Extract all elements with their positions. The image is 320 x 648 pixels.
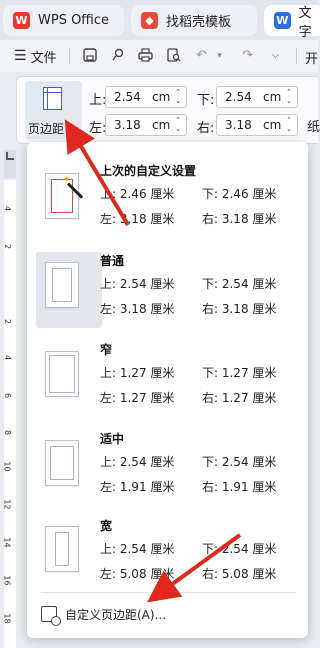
- hamburger-icon: ☰: [14, 48, 27, 64]
- preset-top: 上: 1.27 厘米: [100, 366, 175, 380]
- preset-left: 左: 1.91 厘米: [100, 480, 175, 494]
- ruler-corner-icon: [6, 152, 14, 160]
- preset-title: 普通: [100, 254, 125, 268]
- preset-top: 上: 2.54 厘米: [100, 277, 175, 291]
- chevron-down-icon[interactable]: ▾: [212, 48, 228, 64]
- preset-left: 左: 3.18 厘米: [100, 302, 175, 316]
- preset-top: 上: 2.46 厘米: [100, 187, 175, 201]
- ruler-number: 6: [3, 392, 13, 399]
- top-margin-label: 上:: [89, 93, 107, 108]
- undo-icon[interactable]: ↶: [194, 48, 210, 64]
- ruler-number: 2: [3, 318, 13, 325]
- tab-label: WPS Office: [38, 13, 110, 28]
- start-tab[interactable]: 开: [305, 48, 318, 67]
- margins-dropdown: ✦ 上次的自定义设置 上: 2.46 厘米 下: 2.46 厘米 左: 3.18…: [27, 142, 308, 638]
- quick-toolbar: ☰ 文件 ↶ ▾ ↷ ⌵ 开: [0, 40, 318, 72]
- preset-top: 上: 2.54 厘米: [100, 455, 175, 469]
- custom-margins-icon: [41, 606, 61, 626]
- file-menu-button[interactable]: ☰ 文件: [14, 47, 57, 66]
- preset-title: 适中: [100, 432, 125, 446]
- page-margins-button[interactable]: 页边距⌃: [25, 81, 82, 139]
- preset-right: 右: 3.18 厘米: [202, 302, 277, 316]
- top-margin-input[interactable]: 2.54 cm ⌃ ⌄: [105, 86, 187, 108]
- custom-margins-label: 自定义页边距(A)...: [65, 607, 167, 622]
- page-layout-ribbon: 页边距⌃ 上: 2.54 cm ⌃ ⌄ 下: 2.54 cm ⌃ ⌄ 左: 3.18 cm…: [16, 76, 320, 144]
- preset-bottom: 下: 2.54 厘米: [202, 455, 277, 469]
- preset-bottom: 下: 2.54 厘米: [202, 542, 277, 556]
- ruler-number: 14: [2, 537, 12, 548]
- preset-bottom: 下: 1.27 厘米: [202, 366, 277, 380]
- redo-icon[interactable]: ↷: [240, 48, 256, 64]
- ruler-number: 18: [2, 613, 12, 624]
- bottom-margin-input[interactable]: 2.54 cm ⌃ ⌄: [216, 86, 298, 108]
- preset-bottom: 下: 2.54 厘米: [202, 277, 277, 291]
- spinner-arrows-icon[interactable]: ⌃ ⌄: [284, 88, 294, 106]
- preset-title: 上次的自定义设置: [100, 164, 197, 178]
- page-margins-label: 页边距⌃: [28, 122, 72, 136]
- preset-right: 右: 3.18 厘米: [202, 212, 277, 226]
- format-painter-icon[interactable]: [110, 48, 126, 64]
- sparkle-icon: ✦: [63, 175, 71, 185]
- page-margins-icon: [43, 87, 62, 110]
- ruler-number: 10: [2, 461, 12, 472]
- spinner-arrows-icon[interactable]: ⌃ ⌄: [284, 116, 294, 134]
- ruler-number: 2: [3, 243, 13, 250]
- spinner-arrows-icon[interactable]: ⌃ ⌄: [173, 88, 183, 106]
- print-icon[interactable]: [138, 48, 154, 64]
- paper-direction-label[interactable]: 纸: [307, 116, 320, 135]
- preset-title: 宽: [100, 519, 113, 533]
- toolbar-divider: [295, 48, 297, 64]
- tab-bar: W WPS Office ◆ 找稻壳模板 W 文字: [0, 0, 320, 40]
- margin-preset-wide[interactable]: 宽 上: 2.54 厘米 下: 2.54 厘米 左: 5.08 厘米 右: 5.…: [27, 514, 308, 602]
- menu-divider: [41, 592, 296, 593]
- wps-logo-icon: W: [13, 12, 30, 29]
- file-menu-label: 文件: [30, 50, 57, 66]
- spinner-arrows-icon[interactable]: ⌃ ⌄: [173, 116, 183, 134]
- margin-preset-normal[interactable]: 普通 上: 2.54 厘米 下: 2.54 厘米 左: 3.18 厘米 右: 3…: [27, 246, 308, 334]
- more-chevron-icon[interactable]: ⌵: [268, 48, 284, 64]
- preset-right: 右: 1.27 厘米: [202, 391, 277, 405]
- right-margin-label: 右:: [197, 121, 215, 136]
- preset-top: 上: 2.54 厘米: [100, 542, 175, 556]
- tab-label: 文字: [298, 5, 312, 40]
- docer-logo-icon: ◆: [141, 12, 158, 29]
- preset-title: 窄: [100, 343, 113, 357]
- custom-margins-button[interactable]: 自定义页边距(A)...: [41, 602, 166, 626]
- ruler-number: 12: [2, 499, 12, 510]
- page-thumbnail: [45, 351, 79, 397]
- left-margin-input[interactable]: 3.18 cm ⌃ ⌄: [105, 114, 187, 136]
- ruler-number: 8: [3, 429, 13, 436]
- preset-left: 左: 3.18 厘米: [100, 212, 175, 226]
- chevron-up-icon: ⌃: [64, 126, 72, 136]
- save-icon[interactable]: [82, 48, 98, 64]
- ruler-number: 4: [3, 354, 13, 361]
- margin-preset-moderate[interactable]: 适中 上: 2.54 厘米 下: 2.54 厘米 左: 1.91 厘米 右: 1…: [27, 424, 308, 512]
- tab-label: 找稻壳模板: [166, 15, 232, 30]
- tab-wps-office[interactable]: W WPS Office: [3, 5, 124, 36]
- ruler-number: 16: [2, 575, 12, 586]
- page-thumbnail: [45, 262, 79, 308]
- preset-left: 左: 1.27 厘米: [100, 391, 175, 405]
- left-margin-label: 左:: [89, 121, 107, 136]
- margin-preset-narrow[interactable]: 窄 上: 1.27 厘米 下: 1.27 厘米 左: 1.27 厘米 右: 1.…: [27, 335, 308, 423]
- page-thumbnail: [45, 440, 79, 486]
- right-margin-input[interactable]: 3.18 cm ⌃ ⌄: [216, 114, 298, 136]
- margin-preset-last-custom[interactable]: ✦ 上次的自定义设置 上: 2.46 厘米 下: 2.46 厘米 左: 3.18…: [27, 156, 308, 244]
- preset-bottom: 下: 2.46 厘米: [202, 187, 277, 201]
- print-preview-icon[interactable]: [166, 48, 182, 64]
- page-thumbnail: [45, 526, 79, 572]
- tab-docer-templates[interactable]: ◆ 找稻壳模板: [131, 5, 257, 36]
- preset-right: 右: 5.08 厘米: [202, 567, 277, 581]
- vertical-ruler[interactable]: 4 2 2 4 6 8 10 12 14 16 18: [2, 180, 16, 648]
- tab-document[interactable]: W 文字: [264, 5, 320, 40]
- page-thumbnail: ✦: [45, 173, 84, 219]
- toolbar-divider: [68, 48, 70, 64]
- word-doc-icon: W: [274, 12, 291, 29]
- preset-right: 右: 1.91 厘米: [202, 480, 277, 494]
- preset-left: 左: 5.08 厘米: [100, 567, 175, 581]
- bottom-margin-label: 下:: [197, 93, 215, 108]
- ruler-number: 4: [3, 205, 13, 212]
